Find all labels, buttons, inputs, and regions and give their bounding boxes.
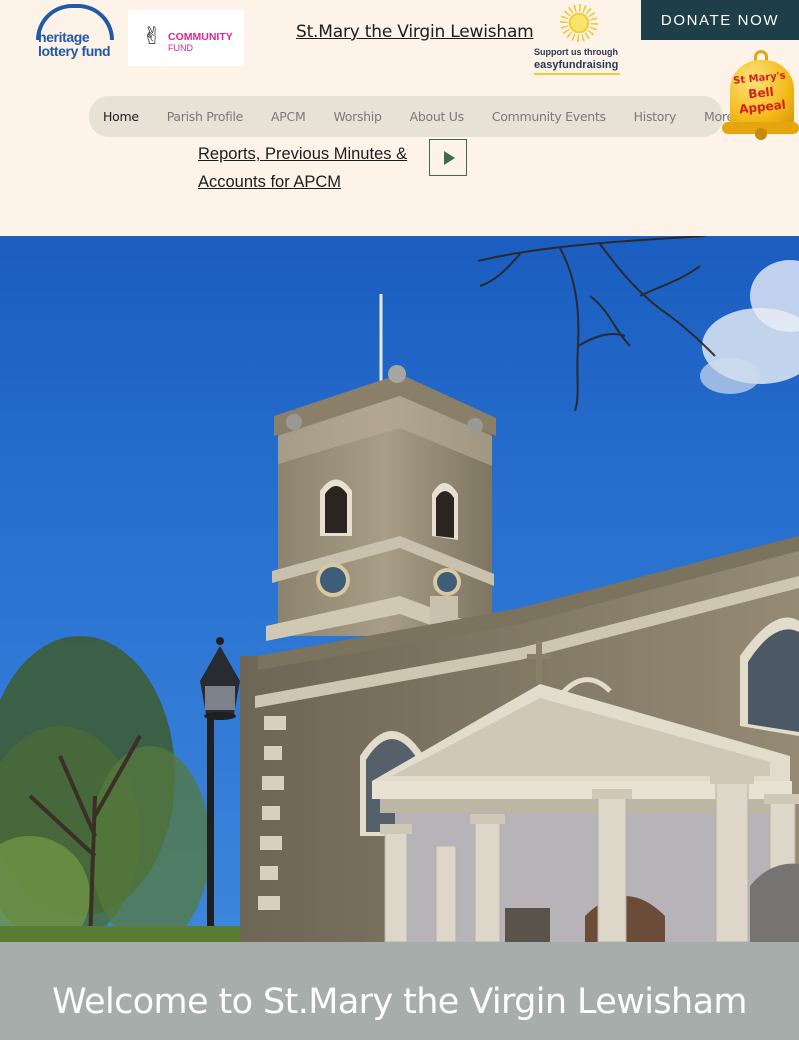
nav-item-apcm[interactable]: APCM xyxy=(271,109,306,124)
play-button[interactable] xyxy=(429,139,467,176)
nav-item-parish-profile[interactable]: Parish Profile xyxy=(167,109,244,124)
reports-minutes-link[interactable]: Reports, Previous Minutes & Accounts for… xyxy=(198,140,423,196)
nav-item-worship[interactable]: Worship xyxy=(333,109,381,124)
donate-now-button[interactable]: DONATE NOW xyxy=(641,0,799,40)
easyfundraising-logo[interactable]: Support us through easyfundraising xyxy=(532,4,624,78)
nav-item-about-us[interactable]: About Us xyxy=(410,109,465,124)
hero-church-image xyxy=(0,236,799,942)
welcome-heading: Welcome to St.Mary the Virgin Lewisham xyxy=(52,982,747,1022)
main-nav: Home Parish Profile APCM Worship About U… xyxy=(89,96,734,137)
community-logo-line2: FUND xyxy=(168,43,193,53)
nav-item-community-events[interactable]: Community Events xyxy=(492,109,606,124)
nav-item-history[interactable]: History xyxy=(634,109,677,124)
easyfundraising-line2: easyfundraising xyxy=(534,59,619,71)
church-photo-illustration xyxy=(0,236,799,942)
heritage-logo-line2: lottery fund xyxy=(38,43,111,59)
community-fund-logo[interactable]: ✌ COMMUNITY FUND xyxy=(128,10,244,66)
nav-item-home[interactable]: Home xyxy=(103,109,139,124)
crossed-fingers-icon: ✌ xyxy=(142,22,163,50)
site-header: heritage lottery fund ✌ COMMUNITY FUND S… xyxy=(0,0,799,236)
heritage-lottery-fund-logo[interactable]: heritage lottery fund xyxy=(36,4,116,58)
easyfundraising-line1: Support us through xyxy=(534,47,618,57)
site-title-link[interactable]: St.Mary the Virgin Lewisham xyxy=(296,22,534,42)
bell-appeal-badge[interactable]: St Mary's Bell Appeal xyxy=(722,50,799,140)
play-icon xyxy=(444,150,455,165)
community-logo-line1: COMMUNITY xyxy=(168,31,233,43)
